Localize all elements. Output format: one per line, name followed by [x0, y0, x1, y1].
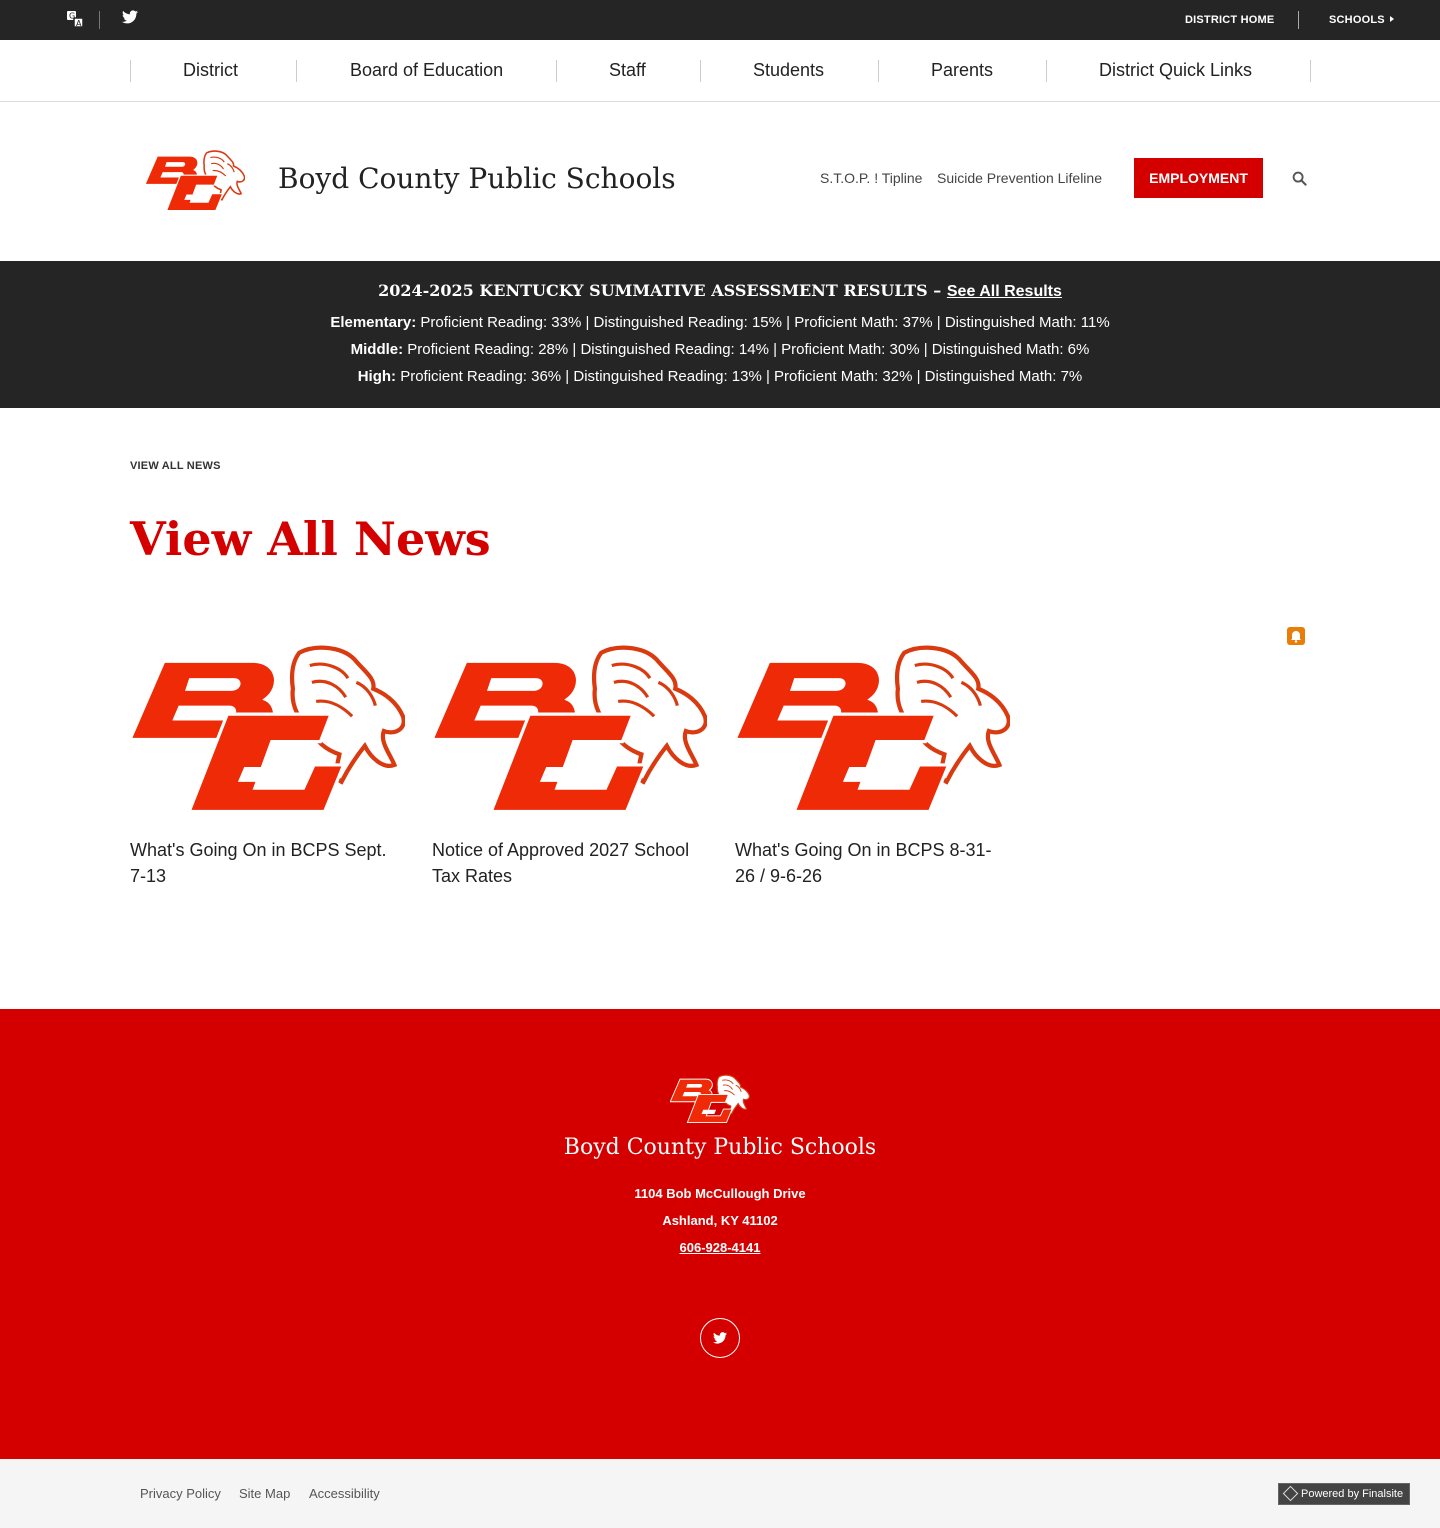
news-card[interactable]: What's Going On in BCPS Sept. 7-13 [130, 640, 405, 889]
translate-icon[interactable]: GA [65, 10, 85, 30]
banner-heading: 2024-2025 KENTUCKY SUMMATIVE ASSESSMENT … [378, 281, 947, 300]
news-title[interactable]: Notice of Approved 2027 School Tax Rates [432, 837, 707, 889]
utility-divider-2 [1298, 11, 1299, 29]
district-home-link[interactable]: DISTRICT HOME [1185, 14, 1274, 26]
row-label: High: [357, 368, 397, 385]
news-thumbnail[interactable] [735, 640, 1010, 820]
schools-dropdown[interactable]: SCHOOLS [1329, 14, 1394, 26]
nav-divider [556, 60, 557, 82]
assessment-banner: 2024-2025 KENTUCKY SUMMATIVE ASSESSMENT … [0, 261, 1440, 408]
nav-divider [130, 60, 131, 82]
news-thumbnail[interactable] [130, 640, 405, 820]
caret-right-icon [1389, 16, 1394, 22]
search-icon[interactable] [1292, 171, 1307, 191]
nav-divider [296, 60, 297, 82]
nav-divider [700, 60, 701, 82]
main-navigation: District Board of Education Staff Studen… [0, 40, 1440, 102]
nav-divider [1046, 60, 1047, 82]
footer: Boyd County Public Schools 1104 Bob McCu… [0, 1009, 1440, 1459]
twitter-icon[interactable] [120, 10, 140, 30]
news-card[interactable]: Notice of Approved 2027 School Tax Rates [432, 640, 707, 889]
site-title[interactable]: Boyd County Public Schools [278, 162, 676, 195]
see-all-results-link[interactable]: See All Results [947, 283, 1062, 300]
banner-row-middle: Middle: Proficient Reading: 28% | Distin… [0, 341, 1440, 358]
rss-icon[interactable] [1287, 627, 1305, 645]
stop-tipline-link[interactable]: S.T.O.P. ! Tipline [820, 170, 922, 186]
schools-label: SCHOOLS [1329, 14, 1385, 26]
district-logo[interactable] [144, 148, 246, 219]
news-title[interactable]: What's Going On in BCPS Sept. 7-13 [130, 837, 405, 889]
nav-item-parents[interactable]: Parents [931, 60, 993, 81]
page-title: View All News [130, 512, 491, 566]
news-thumbnail[interactable] [432, 640, 707, 820]
nav-divider [878, 60, 879, 82]
nav-item-district-quick-links[interactable]: District Quick Links [1099, 60, 1252, 81]
employment-button[interactable]: EMPLOYMENT [1134, 158, 1263, 198]
footer-twitter-icon[interactable] [700, 1318, 740, 1358]
footer-logo[interactable] [669, 1073, 751, 1130]
accessibility-link[interactable]: Accessibility [309, 1486, 380, 1501]
powered-by-finalsite-badge[interactable]: Powered by Finalsite [1278, 1483, 1410, 1505]
footer-address-line-1: 1104 Bob McCullough Drive [634, 1186, 806, 1201]
news-title[interactable]: What's Going On in BCPS 8-31-26 / 9-6-26 [735, 837, 1010, 889]
nav-item-staff[interactable]: Staff [609, 60, 646, 81]
row-text: Proficient Reading: 28% | Distinguished … [403, 341, 1090, 358]
footer-phone-link[interactable]: 606-928-4141 [680, 1240, 761, 1255]
svg-text:A: A [76, 19, 82, 28]
utility-bar: GA DISTRICT HOME SCHOOLS [0, 0, 1440, 40]
footer-title: Boyd County Public Schools [563, 1135, 877, 1160]
powered-by-label: Powered by Finalsite [1301, 1488, 1404, 1500]
row-label: Elementary: [330, 314, 417, 331]
banner-title: 2024-2025 KENTUCKY SUMMATIVE ASSESSMENT … [0, 281, 1440, 301]
row-label: Middle: [350, 341, 404, 358]
banner-row-elementary: Elementary: Proficient Reading: 33% | Di… [0, 314, 1440, 331]
news-card[interactable]: What's Going On in BCPS 8-31-26 / 9-6-26 [735, 640, 1010, 889]
svg-text:G: G [69, 12, 75, 21]
finalsite-icon [1282, 1485, 1299, 1502]
row-text: Proficient Reading: 36% | Distinguished … [396, 368, 1083, 385]
privacy-policy-link[interactable]: Privacy Policy [140, 1486, 221, 1501]
nav-item-students[interactable]: Students [753, 60, 824, 81]
nav-item-district[interactable]: District [183, 60, 238, 81]
row-text: Proficient Reading: 33% | Distinguished … [416, 314, 1110, 331]
breadcrumb: VIEW ALL NEWS [130, 460, 221, 472]
bottom-bar: Privacy Policy Site Map Accessibility Po… [0, 1459, 1440, 1528]
utility-divider [99, 11, 100, 29]
site-map-link[interactable]: Site Map [239, 1486, 290, 1501]
banner-row-high: High: Proficient Reading: 36% | Distingu… [0, 368, 1440, 385]
suicide-prevention-link[interactable]: Suicide Prevention Lifeline [937, 170, 1102, 186]
nav-item-board-of-education[interactable]: Board of Education [350, 60, 503, 81]
nav-divider [1310, 60, 1311, 82]
footer-address-line-2: Ashland, KY 41102 [662, 1213, 778, 1228]
footer-phone-row: 606-928-4141 [0, 1240, 1440, 1255]
